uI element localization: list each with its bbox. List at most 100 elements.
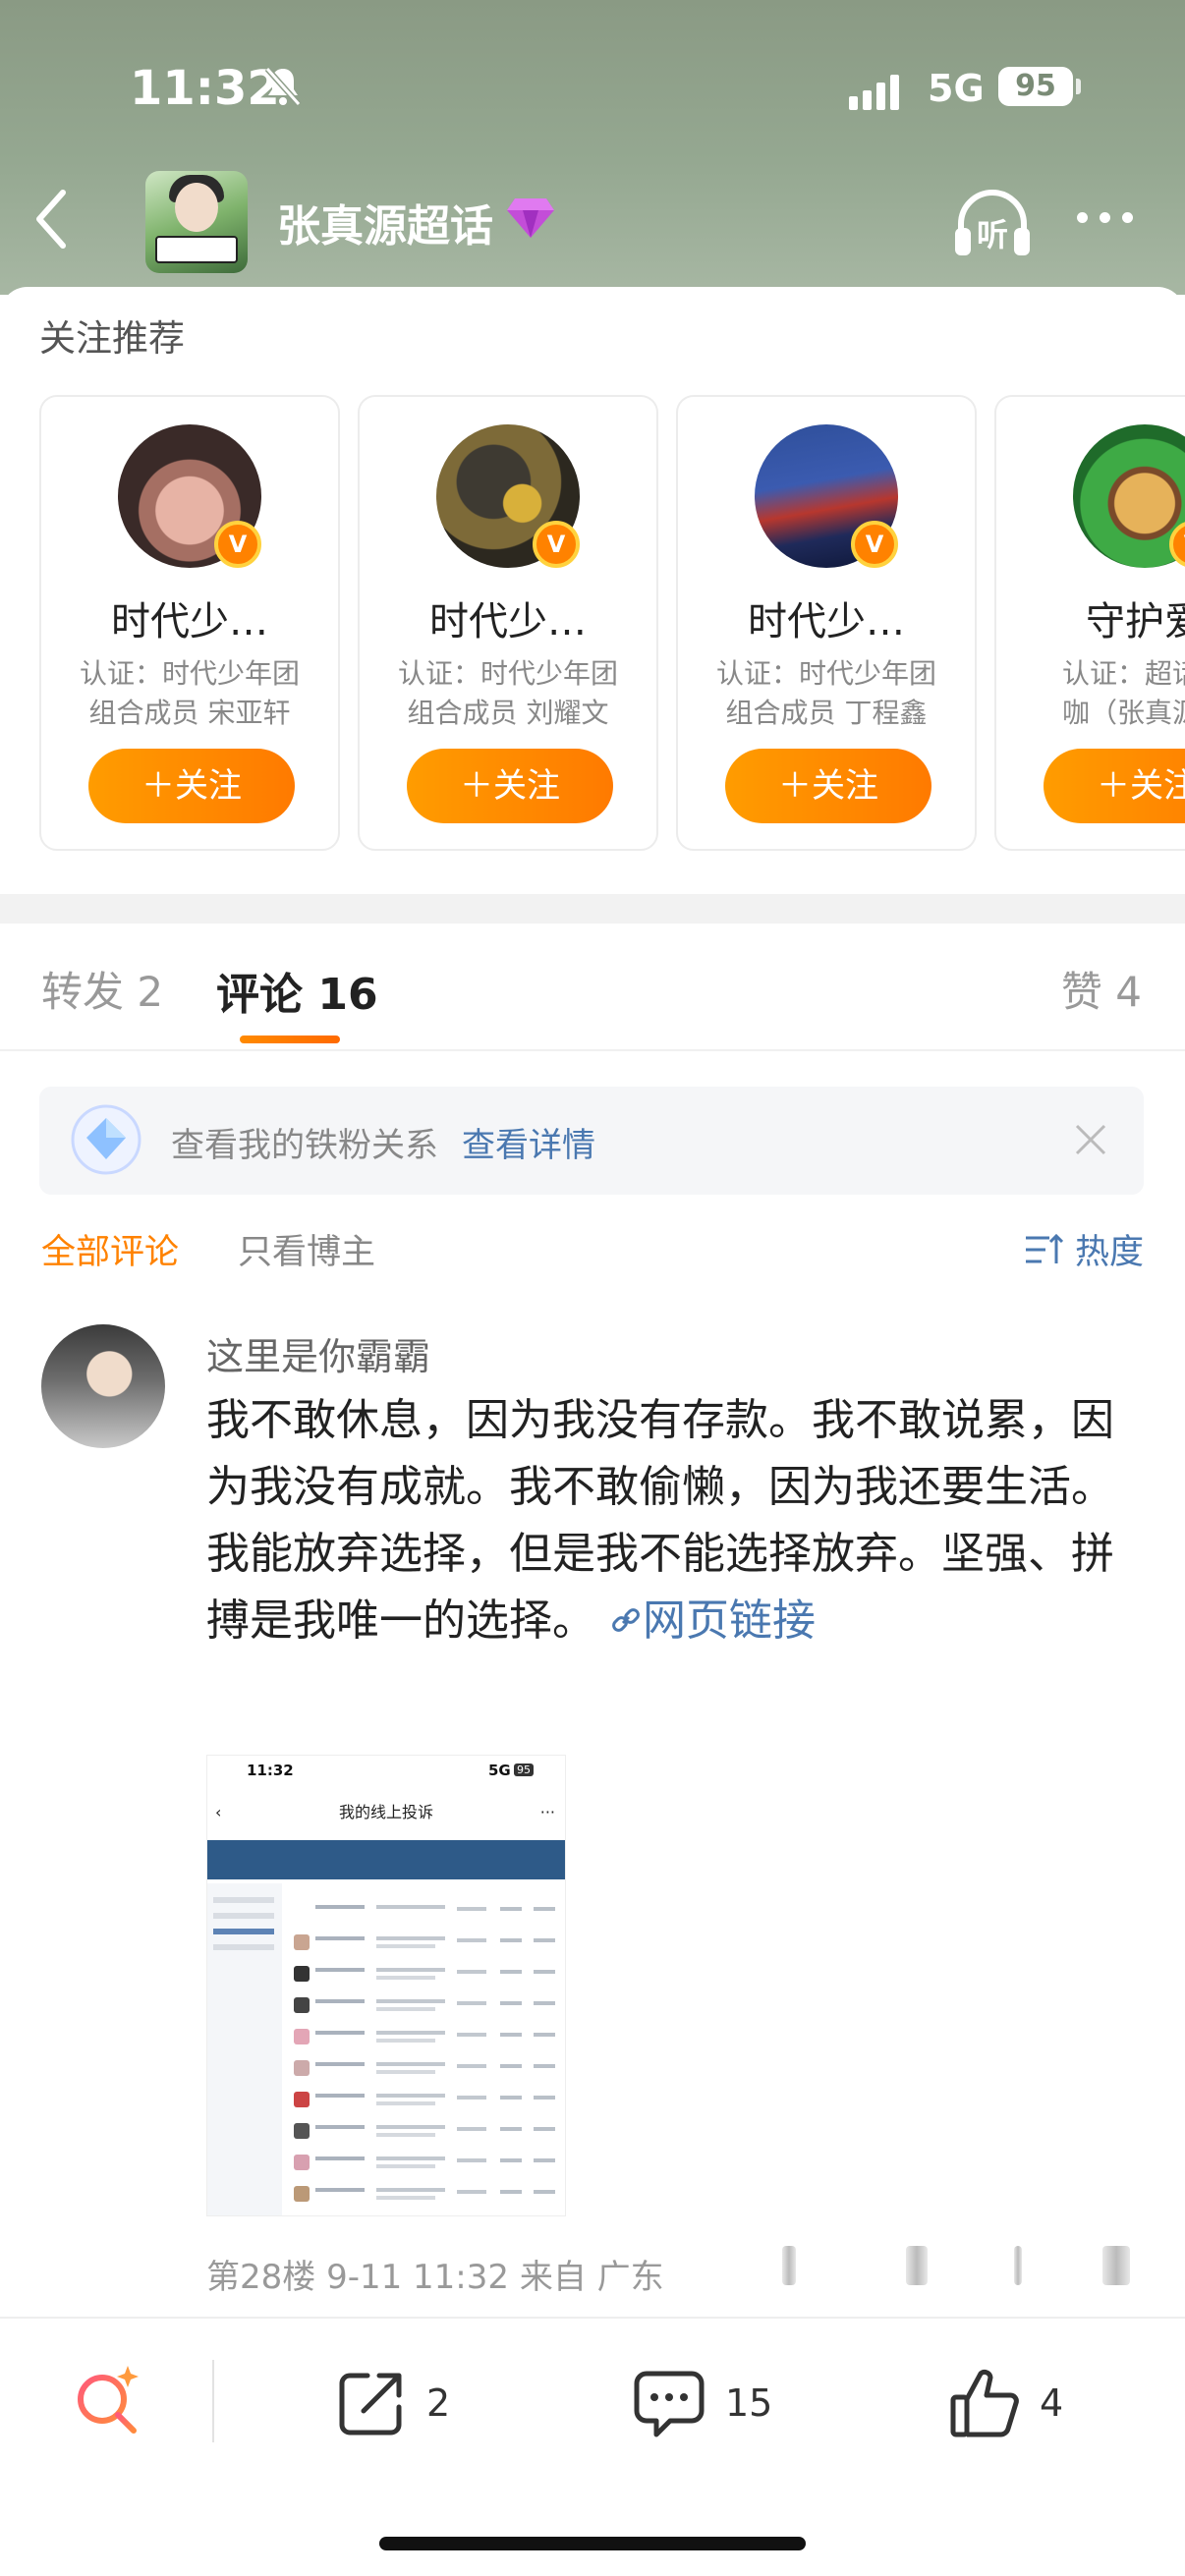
- comment-image-thumbnail[interactable]: 11:32 5G 95 ‹ 我的线上投诉 ···: [206, 1755, 566, 2216]
- image-back-icon: ‹: [215, 1803, 222, 1821]
- tab-like-count: 4: [1115, 968, 1142, 1016]
- diamond-badge-icon: [505, 196, 556, 244]
- image-title: 我的线上投诉: [338, 1803, 433, 1821]
- reaction-placeholder-bars: [782, 2246, 1156, 2285]
- sort-icon: [1025, 1233, 1063, 1263]
- recommend-card[interactable]: V 时代少… 认证：时代少年团 组合成员 刘耀文 ＋关注: [358, 395, 658, 851]
- verified-badge-icon: V: [214, 521, 261, 568]
- back-arrow-icon[interactable]: [33, 189, 69, 253]
- home-indicator: [379, 2537, 806, 2550]
- network-type: 5G: [928, 67, 985, 110]
- cellular-signal-icon: [849, 75, 899, 110]
- nav-bar: 张真源超话 听: [0, 167, 1185, 275]
- filter-all-comments[interactable]: 全部评论: [41, 1224, 179, 1274]
- thumbs-up-icon: [950, 2369, 1019, 2437]
- recommend-title: 关注推荐: [39, 317, 185, 360]
- section-divider: [0, 894, 1185, 924]
- tabs-bottom-border: [0, 1049, 1185, 1051]
- iron-fan-banner[interactable]: 查看我的铁粉关系 查看详情: [39, 1087, 1144, 1195]
- recommend-card[interactable]: V 守护爱 认证：超话粉 咖（张真源超 ＋关注: [994, 395, 1185, 851]
- web-link[interactable]: 网页链接: [609, 1596, 816, 1646]
- fan-banner-text: 查看我的铁粉关系: [171, 1126, 438, 1165]
- filter-op-only[interactable]: 只看博主: [238, 1224, 375, 1274]
- card-name: 守护爱: [1086, 599, 1185, 644]
- card-verify: 认证：时代少年团 组合成员 刘耀文: [369, 654, 647, 733]
- recommend-cards: V 时代少… 认证：时代少年团 组合成员 宋亚轩 ＋关注 V 时代少… 认证：时…: [39, 395, 1185, 855]
- image-table: [290, 1891, 561, 2215]
- tab-like-label: 赞: [1060, 968, 1102, 1016]
- follow-button[interactable]: ＋关注: [725, 749, 931, 823]
- comment-icon: [634, 2371, 705, 2437]
- web-link-text: 网页链接: [643, 1596, 816, 1646]
- svg-text:听: 听: [977, 216, 1008, 253]
- page-title[interactable]: 张真源超话: [277, 191, 493, 253]
- card-name: 时代少…: [748, 599, 905, 644]
- tab-repost-label: 转发: [41, 968, 125, 1016]
- image-title-bar: ‹ 我的线上投诉 ···: [207, 1795, 565, 1830]
- card-verify-line1: 认证：时代少年团: [715, 657, 936, 690]
- comment-meta: 第28楼 9-11 11:32 来自 广东: [206, 2258, 664, 2297]
- card-verify-line2: 组合成员 宋亚轩: [88, 697, 291, 729]
- image-network: 5G: [488, 1762, 511, 1779]
- like-button[interactable]: 4: [947, 2366, 1063, 2440]
- topic-header: 11:32 5G 95 张真源超话 听: [0, 0, 1185, 295]
- follow-button[interactable]: ＋关注: [407, 749, 613, 823]
- ai-search-icon[interactable]: [69, 2362, 147, 2444]
- tab-comment-label: 评论: [216, 970, 303, 1020]
- card-verify-line2: 组合成员 刘耀文: [407, 697, 609, 729]
- more-options-icon[interactable]: [1077, 212, 1133, 223]
- card-verify-line1: 认证：时代少年团: [397, 657, 618, 690]
- card-verify: 认证：时代少年团 组合成员 丁程鑫: [688, 654, 965, 733]
- fan-badge-icon: [69, 1102, 143, 1181]
- card-verify-line1: 认证：超话粉: [1061, 657, 1185, 690]
- image-blue-banner: [207, 1840, 565, 1879]
- comment-text: 我不敢休息，因为我没有存款。我不敢说累，因为我没有成就。我不敢偷懒，因为我还要生…: [206, 1387, 1150, 1654]
- card-name: 时代少…: [111, 599, 268, 644]
- follow-button[interactable]: ＋关注: [1044, 749, 1185, 823]
- status-bar: 11:32 5G 95: [0, 61, 1185, 120]
- verified-badge-icon: V: [533, 521, 580, 568]
- close-icon[interactable]: [1071, 1120, 1110, 1163]
- comment-count: 15: [725, 2381, 773, 2425]
- status-time: 11:32: [130, 61, 280, 116]
- like-count: 4: [1040, 2381, 1064, 2425]
- commenter-name[interactable]: 这里是你霸霸: [206, 1326, 430, 1380]
- share-icon: [339, 2373, 402, 2436]
- bell-muted-icon: [263, 65, 303, 112]
- toolbar-separator: [212, 2360, 214, 2442]
- recommend-card[interactable]: V 时代少… 认证：时代少年团 组合成员 丁程鑫 ＋关注: [676, 395, 977, 851]
- follow-button[interactable]: ＋关注: [88, 749, 295, 823]
- listen-headphones-icon[interactable]: 听: [951, 185, 1034, 263]
- card-verify: 认证：超话粉 咖（张真源超: [1006, 654, 1185, 733]
- topic-avatar[interactable]: [145, 171, 248, 273]
- repost-button[interactable]: 2: [334, 2366, 450, 2440]
- image-status-time: 11:32: [247, 1762, 294, 1779]
- commenter-avatar[interactable]: [41, 1324, 165, 1448]
- tab-repost[interactable]: 转发 2: [41, 959, 163, 1019]
- card-verify-line2: 组合成员 丁程鑫: [725, 697, 928, 729]
- link-icon: [612, 1608, 640, 1632]
- active-tab-underline: [240, 1036, 340, 1043]
- image-sidebar: [207, 1883, 282, 2215]
- tab-repost-count: 2: [137, 968, 164, 1016]
- tab-comment[interactable]: 评论 16: [216, 959, 378, 1022]
- fan-banner-link[interactable]: 查看详情: [462, 1118, 595, 1166]
- tab-comment-count: 16: [317, 970, 378, 1020]
- sort-by-heat[interactable]: 热度: [1024, 1224, 1144, 1274]
- battery-level: 95: [998, 67, 1073, 106]
- verified-badge-icon: V: [851, 521, 898, 568]
- image-more-icon: ···: [539, 1803, 555, 1821]
- tab-like[interactable]: 赞 4: [1061, 959, 1142, 1019]
- sort-label: 热度: [1074, 1233, 1144, 1272]
- comment-button[interactable]: 15: [631, 2366, 772, 2440]
- user-avatar[interactable]: [1073, 424, 1185, 568]
- card-name: 时代少…: [429, 599, 587, 644]
- card-verify-line2: 咖（张真源超: [1061, 697, 1185, 729]
- card-verify: 认证：时代少年团 组合成员 宋亚轩: [51, 654, 328, 733]
- repost-count: 2: [426, 2381, 451, 2425]
- image-status-bar: 11:32 5G 95: [207, 1762, 565, 1789]
- card-verify-line1: 认证：时代少年团: [79, 657, 300, 690]
- battery-tip: [1076, 79, 1081, 94]
- recommend-card[interactable]: V 时代少… 认证：时代少年团 组合成员 宋亚轩 ＋关注: [39, 395, 340, 851]
- image-battery: 95: [514, 1764, 534, 1776]
